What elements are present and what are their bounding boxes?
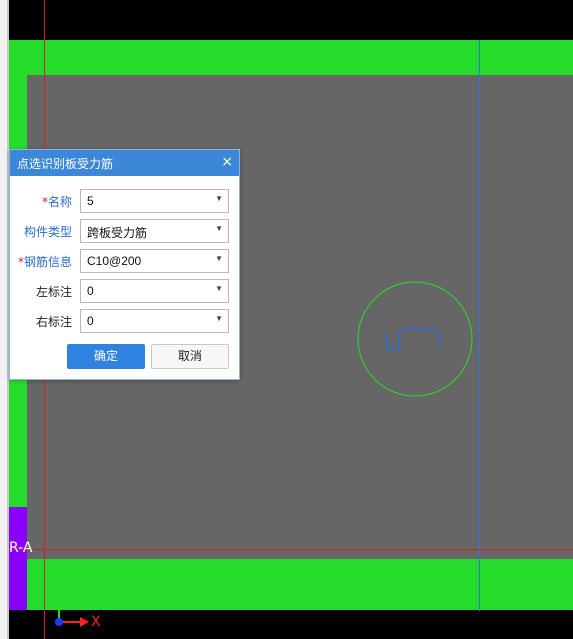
beam-top[interactable] bbox=[9, 40, 573, 75]
ucs-x-label: X bbox=[91, 614, 101, 630]
cancel-button[interactable]: 取消 bbox=[151, 344, 229, 369]
axis-label: R-A bbox=[9, 540, 33, 556]
axis-line-vertical-blue bbox=[479, 40, 480, 611]
wall-element[interactable] bbox=[9, 507, 27, 610]
left-panel-edge bbox=[0, 0, 9, 639]
field-row-right-mark: 右标注 0 ▼ bbox=[10, 309, 239, 333]
close-icon[interactable]: × bbox=[221, 153, 233, 171]
chevron-down-icon: ▼ bbox=[215, 194, 223, 203]
canvas-top-area bbox=[27, 0, 573, 40]
field-row-rebar: *钢筋信息 C10@200 ▼ bbox=[10, 249, 239, 273]
name-value: 5 bbox=[87, 194, 94, 208]
ok-button[interactable]: 确定 bbox=[67, 344, 145, 369]
rebar-symbol-icon bbox=[386, 328, 440, 350]
axis-line-horizontal-red bbox=[9, 549, 573, 550]
field-label-right-mark: 右标注 bbox=[35, 315, 72, 329]
left-mark-value: 0 bbox=[87, 284, 94, 298]
right-mark-select[interactable]: 0 ▼ bbox=[80, 309, 229, 333]
component-type-select[interactable]: 跨板受力筋 ▼ bbox=[80, 219, 229, 243]
field-row-name: *名称 5 ▼ bbox=[10, 189, 239, 213]
left-mark-select[interactable]: 0 ▼ bbox=[80, 279, 229, 303]
selection-circle-icon[interactable] bbox=[349, 275, 479, 405]
rebar-info-select[interactable]: C10@200 ▼ bbox=[80, 249, 229, 273]
field-label-rebar: *钢筋信息 bbox=[17, 255, 72, 269]
component-type-value: 跨板受力筋 bbox=[87, 226, 148, 240]
right-mark-value: 0 bbox=[87, 314, 94, 328]
dialog-header[interactable]: 点选识别板受力筋 × bbox=[10, 150, 239, 176]
dialog-title: 点选识别板受力筋 bbox=[17, 157, 114, 171]
ucs-axis-icon bbox=[54, 582, 89, 627]
field-label-type: 构件类型 bbox=[23, 225, 72, 239]
identify-rebar-dialog: 点选识别板受力筋 × *名称 5 ▼ 构件类型 跨板受力筋 ▼ *钢筋信息 C1… bbox=[9, 149, 240, 380]
chevron-down-icon: ▼ bbox=[215, 314, 223, 323]
name-select[interactable]: 5 ▼ bbox=[80, 189, 229, 213]
field-row-type: 构件类型 跨板受力筋 ▼ bbox=[10, 219, 239, 243]
field-label-name: *名称 bbox=[41, 195, 72, 209]
rebar-info-value: C10@200 bbox=[87, 254, 142, 268]
field-label-left-mark: 左标注 bbox=[35, 285, 72, 299]
chevron-down-icon: ▼ bbox=[215, 224, 223, 233]
field-row-left-mark: 左标注 0 ▼ bbox=[10, 279, 239, 303]
chevron-down-icon: ▼ bbox=[215, 254, 223, 263]
chevron-down-icon: ▼ bbox=[215, 284, 223, 293]
